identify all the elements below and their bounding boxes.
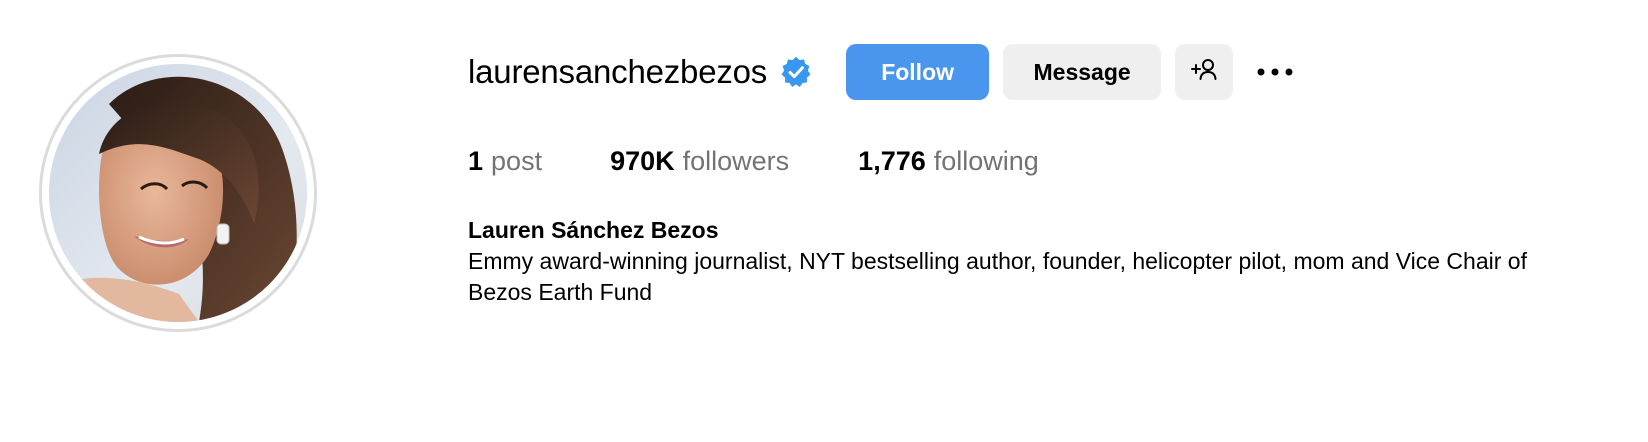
full-name: Lauren Sánchez Bezos — [468, 217, 719, 243]
following-label: following — [933, 146, 1039, 176]
following-link[interactable]: 1,776 following — [858, 146, 1039, 177]
bio-text: Emmy award-winning journalist, NYT bests… — [468, 248, 1527, 305]
username[interactable]: laurensanchezbezos — [468, 53, 767, 91]
suggested-accounts-button[interactable] — [1175, 44, 1234, 100]
profile-header: laurensanchezbezos Follow Message 1 post… — [0, 0, 1648, 442]
posts-label: post — [491, 146, 543, 176]
avatar[interactable] — [49, 64, 307, 322]
followers-label: followers — [682, 146, 790, 176]
bio-section: Lauren Sánchez Bezos Emmy award-winning … — [468, 215, 1558, 308]
more-options-icon[interactable] — [1255, 52, 1295, 92]
profile-stats: 1 post 970K followers 1,776 following — [468, 146, 1039, 177]
add-person-icon — [1190, 57, 1218, 87]
message-button[interactable]: Message — [1003, 44, 1162, 100]
following-number: 1,776 — [858, 146, 926, 176]
posts-number: 1 — [468, 146, 484, 176]
header-row: laurensanchezbezos Follow Message — [468, 44, 1295, 100]
followers-number: 970K — [610, 146, 675, 176]
followers-link[interactable]: 970K followers — [610, 146, 789, 177]
posts-count: 1 post — [468, 146, 542, 177]
follow-button[interactable]: Follow — [846, 44, 990, 100]
verified-badge-icon — [779, 55, 813, 89]
avatar-ring[interactable] — [39, 54, 317, 332]
avatar-photo — [49, 64, 307, 322]
